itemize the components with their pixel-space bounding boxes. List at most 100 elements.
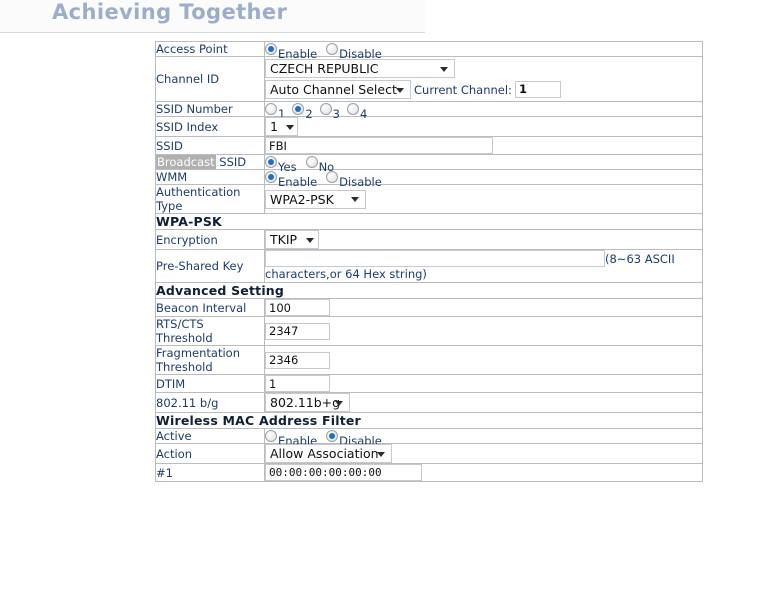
cell-ssid-number: 1234	[264, 101, 703, 119]
table-row-mac-entry-1: #1	[155, 463, 703, 482]
radio-wmm-enable[interactable]	[265, 171, 277, 184]
cell-mac-active: Enable Disable	[264, 428, 703, 446]
beacon-interval-input[interactable]	[265, 299, 330, 316]
cell-mac-action: Allow Association	[264, 443, 703, 464]
table-row-access-point: Access Point Enable Disable	[155, 41, 703, 59]
table-row-encryption: Encryption TKIP	[155, 229, 703, 250]
current-channel-input[interactable]	[514, 80, 561, 98]
radio-wmm-disable[interactable]	[326, 171, 339, 184]
radio-ssid-number-4[interactable]	[346, 103, 359, 116]
table-row-wmm: WMM Enable Disable	[155, 169, 703, 187]
chevron-down-icon	[440, 66, 448, 72]
radio-access-point-disable[interactable]	[326, 43, 339, 56]
authentication-type-select[interactable]: WPA2-PSK	[265, 189, 366, 209]
table-row-fragmentation-threshold: Fragmentation Threshold	[155, 345, 703, 375]
mac-action-select[interactable]: Allow Association	[265, 444, 392, 463]
radio-group-wmm[interactable]: Enable Disable	[265, 171, 702, 187]
ssid-index-select[interactable]: 1	[265, 117, 298, 136]
radio-mac-active-enable[interactable]	[265, 430, 277, 443]
channel-select-row: Auto Channel Select Current Channel:	[265, 80, 702, 99]
label-access-point: Access Point	[155, 41, 265, 57]
cell-fragmentation-threshold	[264, 345, 703, 375]
80211-mode-select-value: 802.11b+g	[270, 395, 341, 410]
chevron-down-icon	[335, 400, 343, 406]
radio-ssid-number-1[interactable]	[265, 103, 277, 116]
radio-group-mac-active[interactable]: Enable Disable	[265, 430, 702, 446]
cell-wmm: Enable Disable	[264, 169, 703, 187]
table-row-mac-active: Active Enable Disable	[155, 428, 703, 446]
radio-group-access-point[interactable]: Enable Disable	[265, 43, 702, 59]
label-encryption: Encryption	[155, 229, 265, 250]
table-row-ssid-index: SSID Index 1	[155, 116, 703, 137]
table-row-section-mac-filter: Wireless MAC Address Filter	[155, 412, 703, 429]
table-row-pre-shared-key: Pre-Shared Key (8~63 ASCII characters,or…	[155, 249, 703, 283]
encryption-select[interactable]: TKIP	[265, 230, 319, 249]
cell-dtim	[264, 374, 703, 393]
rts-cts-threshold-input[interactable]	[265, 322, 330, 340]
label-current-channel: Current Channel:	[414, 82, 512, 97]
radio-group-broadcast-ssid[interactable]: Yes No	[265, 156, 702, 172]
cell-mac-entry-1	[264, 463, 703, 482]
label-rts-cts-threshold: RTS/CTS Threshold	[155, 316, 265, 346]
chevron-down-icon	[306, 237, 314, 243]
label-fragmentation-threshold: Fragmentation Threshold	[155, 345, 265, 375]
wireless-settings-table: Access Point Enable Disable Channel ID CZ…	[155, 41, 703, 482]
radio-access-point-enable[interactable]	[265, 43, 277, 56]
chevron-down-icon	[377, 451, 385, 457]
label-broadcast-rest: SSID	[215, 155, 247, 169]
authentication-type-select-value: WPA2-PSK	[270, 191, 334, 207]
country-select[interactable]: CZECH REPUBLIC	[265, 59, 455, 78]
table-row-beacon-interval: Beacon Interval	[155, 298, 703, 317]
cell-ssid	[264, 136, 703, 155]
radio-label-broadcast-yes: Yes	[278, 159, 297, 174]
radio-group-ssid-number[interactable]: 1234	[265, 103, 702, 119]
table-row-section-wpa-psk: WPA-PSK	[155, 213, 703, 230]
mac-entry-1-input[interactable]	[265, 464, 422, 481]
label-mac-active: Active	[155, 428, 265, 444]
table-row-mac-action: Action Allow Association	[155, 443, 703, 464]
label-channel-id: Channel ID	[155, 56, 265, 102]
label-authentication-type: Authentication Type	[155, 184, 265, 214]
radio-ssid-number-2[interactable]	[292, 103, 305, 116]
section-header-mac-filter: Wireless MAC Address Filter	[155, 412, 703, 429]
table-row-channel-id: Channel ID CZECH REPUBLIC Auto Channel S…	[155, 56, 703, 102]
label-80211-mode: 802.11 b/g	[155, 392, 265, 413]
chevron-down-icon	[286, 124, 294, 130]
chevron-down-icon	[351, 197, 359, 202]
radio-broadcast-yes[interactable]	[265, 156, 277, 169]
radio-label-ssid-number-4: 4	[359, 106, 368, 121]
table-row-ssid-number: SSID Number 1234	[155, 101, 703, 119]
radio-ssid-number-3[interactable]	[319, 103, 332, 116]
section-header-wpa-psk: WPA-PSK	[155, 213, 703, 230]
label-ssid-index: SSID Index	[155, 116, 265, 137]
radio-label-ssid-number-2: 2	[305, 106, 313, 121]
80211-mode-select[interactable]: 802.11b+g	[265, 393, 350, 412]
cell-pre-shared-key: (8~63 ASCII characters,or 64 Hex string)	[264, 249, 703, 283]
label-mac-action: Action	[155, 443, 265, 464]
radio-label-wmm-disable: Disable	[339, 174, 382, 189]
ssid-input[interactable]	[265, 137, 493, 154]
table-row-dtim: DTIM	[155, 374, 703, 393]
pre-shared-key-input[interactable]	[265, 250, 605, 267]
label-beacon-interval: Beacon Interval	[155, 298, 265, 317]
cell-encryption: TKIP	[264, 229, 703, 250]
radio-label-ssid-number-3: 3	[332, 106, 340, 121]
radio-broadcast-no[interactable]	[305, 156, 318, 169]
table-row-ssid: SSID	[155, 136, 703, 155]
page-banner: Achieving Together	[0, 0, 425, 33]
dtim-input[interactable]	[265, 375, 330, 392]
cell-authentication-type: WPA2-PSK	[264, 184, 703, 214]
radio-mac-active-disable[interactable]	[326, 430, 339, 443]
wireless-settings-panel: Access Point Enable Disable Channel ID CZ…	[155, 41, 703, 482]
table-row-80211-mode: 802.11 b/g 802.11b+g	[155, 392, 703, 413]
fragmentation-threshold-input[interactable]	[265, 351, 330, 369]
channel-select[interactable]: Auto Channel Select	[265, 80, 411, 99]
label-dtim: DTIM	[155, 374, 265, 393]
table-row-broadcast-ssid: Broadcast SSID Yes No	[155, 154, 703, 172]
table-row-authentication-type: Authentication Type WPA2-PSK	[155, 184, 703, 214]
label-broadcast-ssid: Broadcast SSID	[155, 154, 265, 170]
cell-beacon-interval	[264, 298, 703, 317]
page-title: Achieving Together	[52, 0, 288, 24]
label-ssid: SSID	[155, 136, 265, 155]
cell-channel-id: CZECH REPUBLIC Auto Channel Select Curre…	[264, 56, 703, 102]
